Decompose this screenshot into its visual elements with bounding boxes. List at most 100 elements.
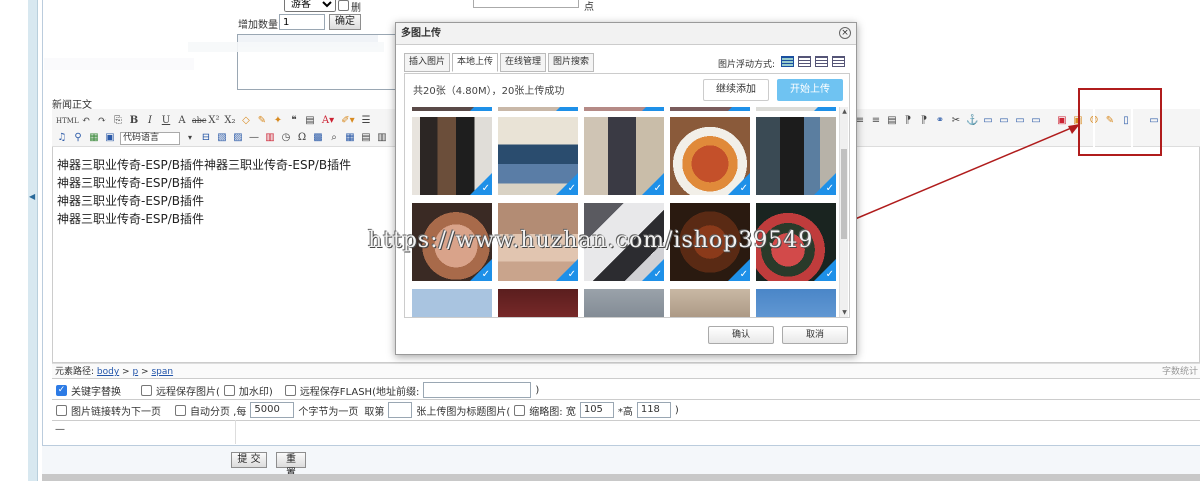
map-icon[interactable]: ▦: [88, 132, 100, 144]
paste-icon[interactable]: ⎘: [112, 115, 124, 127]
editor-content[interactable]: 神器三职业传奇-ESP/B插件神器三职业传奇-ESP/B插件 神器三职业传奇-E…: [57, 156, 351, 228]
image-thumbnail[interactable]: [412, 289, 492, 317]
time-icon[interactable]: ◷: [280, 132, 292, 144]
image-thumbnail[interactable]: [670, 289, 750, 317]
tab-insert-image[interactable]: 插入图片: [404, 53, 451, 72]
paginate-size-input[interactable]: 5000: [250, 402, 295, 418]
image-thumbnail[interactable]: [670, 107, 750, 111]
font-color-icon[interactable]: A▾: [320, 115, 336, 127]
page-break-icon[interactable]: ⊟: [200, 132, 212, 144]
role-select[interactable]: 游客: [284, 0, 336, 12]
float-none-icon[interactable]: [781, 56, 794, 67]
frame-icon[interactable]: ▣: [104, 132, 116, 144]
thumb-height-input[interactable]: 118: [636, 402, 671, 418]
confirm-button[interactable]: 确定: [329, 14, 361, 30]
special-char-icon[interactable]: Ω: [296, 132, 308, 144]
add-count-input[interactable]: [279, 14, 325, 30]
dialog-ok-button[interactable]: 确认: [708, 326, 774, 344]
float-right-icon[interactable]: [815, 56, 828, 67]
strikethrough-icon[interactable]: abc: [192, 115, 206, 127]
code-language-select[interactable]: 代码语言: [120, 131, 180, 145]
start-upload-button[interactable]: 开始上传: [777, 79, 843, 101]
music-icon[interactable]: ♫: [56, 132, 68, 144]
image-thumbnail[interactable]: [498, 289, 578, 317]
point-input[interactable]: [473, 0, 579, 8]
subscript-icon[interactable]: X₂: [224, 115, 236, 127]
left-frame-bar[interactable]: [28, 0, 38, 481]
delete-label: 删: [351, 3, 361, 14]
path-body-link[interactable]: body: [97, 367, 119, 377]
dialog-cancel-button[interactable]: 取消: [782, 326, 848, 344]
collapse-arrow-icon[interactable]: ◀: [29, 192, 37, 201]
thumbnail-checkbox[interactable]: [514, 404, 526, 416]
pure-text-paste-icon[interactable]: ▤: [304, 115, 316, 127]
html-source-icon[interactable]: HTML: [56, 115, 79, 127]
template-icon[interactable]: ▧: [216, 132, 228, 144]
ordered-list-icon[interactable]: ☰: [360, 115, 372, 127]
insert-col-icon[interactable]: ▥: [376, 132, 388, 144]
reset-button[interactable]: 重置: [276, 452, 306, 479]
path-span-link[interactable]: span: [151, 367, 173, 377]
submit-button[interactable]: 提 交: [231, 452, 267, 468]
horizontal-scrollbar[interactable]: [42, 474, 1200, 481]
dash-text: —: [55, 424, 65, 435]
attachment-icon[interactable]: ⚲: [72, 132, 84, 144]
font-border-icon[interactable]: A: [176, 115, 188, 127]
autotype-icon[interactable]: ✦: [272, 115, 284, 127]
snapscreen-icon[interactable]: ▩: [312, 132, 324, 144]
redo-icon[interactable]: ↷: [96, 115, 108, 127]
background-icon[interactable]: ▨: [232, 132, 244, 144]
italic-icon[interactable]: I: [144, 115, 156, 127]
auto-paginate-checkbox[interactable]: [175, 404, 186, 416]
tab-image-search[interactable]: 图片搜索: [548, 53, 595, 72]
insert-row-icon[interactable]: ▤: [360, 132, 372, 144]
watermark-checkbox[interactable]: [223, 384, 235, 396]
path-p-link[interactable]: p: [132, 367, 138, 377]
scroll-down-icon[interactable]: ▼: [840, 309, 849, 316]
remote-save-flash-checkbox[interactable]: [284, 384, 296, 396]
date-icon[interactable]: ▥: [264, 132, 276, 144]
superscript-icon[interactable]: X²: [208, 115, 220, 127]
auto-paginate-label: 自动分页 ,每: [190, 406, 247, 418]
thumb-width-input[interactable]: 105: [579, 402, 614, 418]
image-thumbnail[interactable]: [498, 107, 578, 111]
image-thumbnail[interactable]: ✓: [584, 117, 664, 195]
image-thumbnail[interactable]: ✓: [756, 117, 836, 195]
highlight-color-icon[interactable]: ✐▾: [340, 115, 356, 127]
continue-add-button[interactable]: 继续添加: [703, 79, 769, 101]
image-thumbnail[interactable]: ✓: [498, 117, 578, 195]
table-icon[interactable]: ▦: [344, 132, 356, 144]
tab-local-upload[interactable]: 本地上传: [452, 53, 499, 72]
image-thumbnail[interactable]: [584, 107, 664, 111]
format-brush-icon[interactable]: ✎: [256, 115, 268, 127]
undo-icon[interactable]: ↶: [80, 115, 92, 127]
blockquote-icon[interactable]: ❝: [288, 115, 300, 127]
title-image-index-input[interactable]: [388, 402, 413, 418]
scrollbar-thumb[interactable]: [841, 149, 847, 239]
image-thumbnail[interactable]: [756, 289, 836, 317]
dropdown-arrow-icon[interactable]: ▾: [184, 132, 196, 144]
image-thumbnail[interactable]: ✓: [670, 117, 750, 195]
eraser-icon[interactable]: ◇: [240, 115, 252, 127]
remote-save-flash-label: 远程保存FLASH(地址前缀:: [299, 386, 420, 398]
float-center-icon[interactable]: [832, 56, 845, 67]
image-thumbnail[interactable]: [584, 289, 664, 317]
image-grid-scrollbar[interactable]: ▲ ▼: [839, 107, 848, 317]
image-thumbnail[interactable]: ✓: [412, 117, 492, 195]
float-left-icon[interactable]: [798, 56, 811, 67]
image-thumbnail[interactable]: [412, 107, 492, 111]
keyword-replace-checkbox[interactable]: ✓: [56, 384, 67, 396]
close-icon[interactable]: ×: [839, 27, 851, 39]
tab-online-manage[interactable]: 在线管理: [500, 53, 547, 72]
delete-checkbox[interactable]: [338, 0, 349, 11]
dialog-tabs: 插入图片 本地上传 在线管理 图片搜索: [404, 53, 595, 72]
image-thumbnail[interactable]: [756, 107, 836, 111]
image-link-next-checkbox[interactable]: [56, 404, 67, 416]
bold-icon[interactable]: B: [128, 115, 140, 127]
search-replace-icon[interactable]: ⌕: [328, 132, 340, 144]
scroll-up-icon[interactable]: ▲: [840, 108, 849, 115]
horizontal-rule-icon[interactable]: —: [248, 132, 260, 144]
underline-icon[interactable]: U: [160, 115, 172, 127]
flash-prefix-input[interactable]: [423, 382, 532, 398]
remote-save-images-checkbox[interactable]: [141, 384, 152, 396]
